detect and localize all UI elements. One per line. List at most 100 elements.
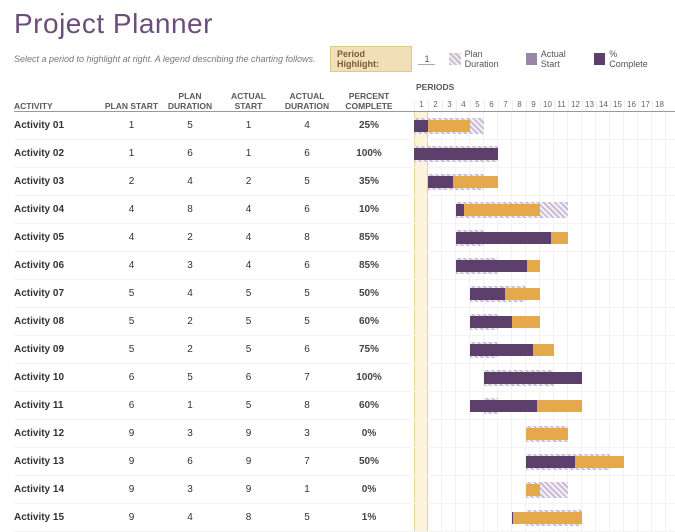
plan-start-cell[interactable]: 1 bbox=[104, 148, 159, 159]
plan-duration-cell[interactable]: 6 bbox=[159, 148, 221, 159]
highlight-column bbox=[414, 308, 428, 335]
percent-complete-cell[interactable]: 75% bbox=[338, 344, 400, 355]
plan-start-cell[interactable]: 5 bbox=[104, 288, 159, 299]
actual-start-cell[interactable]: 5 bbox=[221, 316, 276, 327]
plan-start-cell[interactable]: 9 bbox=[104, 456, 159, 467]
plan-start-cell[interactable]: 4 bbox=[104, 204, 159, 215]
table-row[interactable]: Activity 11615860% bbox=[14, 392, 414, 420]
actual-duration-cell[interactable]: 4 bbox=[276, 120, 338, 131]
percent-complete-cell[interactable]: 50% bbox=[338, 288, 400, 299]
table-row[interactable]: Activity 04484610% bbox=[14, 196, 414, 224]
plan-start-cell[interactable]: 9 bbox=[104, 512, 159, 523]
percent-complete-cell[interactable]: 85% bbox=[338, 232, 400, 243]
actual-start-cell[interactable]: 9 bbox=[221, 456, 276, 467]
actual-start-cell[interactable]: 9 bbox=[221, 484, 276, 495]
plan-start-cell[interactable]: 1 bbox=[104, 120, 159, 131]
plan-start-cell[interactable]: 5 bbox=[104, 344, 159, 355]
actual-start-cell[interactable]: 4 bbox=[221, 204, 276, 215]
actual-duration-cell[interactable]: 7 bbox=[276, 456, 338, 467]
plan-duration-cell[interactable]: 8 bbox=[159, 204, 221, 215]
plan-duration-cell[interactable]: 4 bbox=[159, 176, 221, 187]
percent-complete-cell[interactable]: 35% bbox=[338, 176, 400, 187]
table-row[interactable]: Activity 021616100% bbox=[14, 140, 414, 168]
percent-complete-cell[interactable]: 100% bbox=[338, 148, 400, 159]
actual-start-cell[interactable]: 4 bbox=[221, 232, 276, 243]
actual-start-cell[interactable]: 5 bbox=[221, 344, 276, 355]
actual-duration-cell[interactable]: 6 bbox=[276, 148, 338, 159]
plan-duration-cell[interactable]: 3 bbox=[159, 428, 221, 439]
plan-duration-cell[interactable]: 4 bbox=[159, 288, 221, 299]
actual-duration-cell[interactable]: 5 bbox=[276, 288, 338, 299]
highlight-column bbox=[414, 336, 428, 363]
percent-complete-cell[interactable]: 0% bbox=[338, 484, 400, 495]
period-highlight-value[interactable]: 1 bbox=[418, 54, 435, 65]
actual-duration-cell[interactable]: 5 bbox=[276, 512, 338, 523]
percent-complete-cell[interactable]: 85% bbox=[338, 260, 400, 271]
table-row[interactable]: Activity 05424885% bbox=[14, 224, 414, 252]
actual-start-cell[interactable]: 1 bbox=[221, 120, 276, 131]
actual-start-cell[interactable]: 8 bbox=[221, 512, 276, 523]
actual-duration-cell[interactable]: 5 bbox=[276, 316, 338, 327]
actual-start-cell[interactable]: 6 bbox=[221, 372, 276, 383]
actual-duration-cell[interactable]: 7 bbox=[276, 372, 338, 383]
table-row[interactable]: Activity 09525675% bbox=[14, 336, 414, 364]
table-row[interactable]: Activity 106567100% bbox=[14, 364, 414, 392]
actual-start-cell[interactable]: 9 bbox=[221, 428, 276, 439]
plan-duration-cell[interactable]: 3 bbox=[159, 260, 221, 271]
table-row[interactable]: Activity 1594851% bbox=[14, 504, 414, 532]
plan-start-cell[interactable]: 9 bbox=[104, 428, 159, 439]
plan-duration-cell[interactable]: 5 bbox=[159, 120, 221, 131]
plan-duration-cell[interactable]: 2 bbox=[159, 316, 221, 327]
plan-start-cell[interactable]: 9 bbox=[104, 484, 159, 495]
plan-start-cell[interactable]: 6 bbox=[104, 372, 159, 383]
actual-duration-cell[interactable]: 5 bbox=[276, 176, 338, 187]
table-row[interactable]: Activity 03242535% bbox=[14, 168, 414, 196]
highlight-column bbox=[414, 224, 428, 251]
actual-duration-cell[interactable]: 6 bbox=[276, 344, 338, 355]
plan-duration-cell[interactable]: 5 bbox=[159, 372, 221, 383]
table-row[interactable]: Activity 1493910% bbox=[14, 476, 414, 504]
table-row[interactable]: Activity 08525560% bbox=[14, 308, 414, 336]
actual-start-cell[interactable]: 1 bbox=[221, 148, 276, 159]
table-row[interactable]: Activity 1293930% bbox=[14, 420, 414, 448]
plan-duration-cell[interactable]: 6 bbox=[159, 456, 221, 467]
actual-start-cell[interactable]: 5 bbox=[221, 288, 276, 299]
table-row[interactable]: Activity 13969750% bbox=[14, 448, 414, 476]
percent-complete-cell[interactable]: 50% bbox=[338, 456, 400, 467]
plan-duration-cell[interactable]: 2 bbox=[159, 344, 221, 355]
percent-complete-cell[interactable]: 60% bbox=[338, 400, 400, 411]
percent-complete-cell[interactable]: 60% bbox=[338, 316, 400, 327]
plan-duration-cell[interactable]: 1 bbox=[159, 400, 221, 411]
table-row[interactable]: Activity 01151425% bbox=[14, 112, 414, 140]
actual-duration-cell[interactable]: 3 bbox=[276, 428, 338, 439]
plan-duration-cell[interactable]: 4 bbox=[159, 512, 221, 523]
percent-complete-cell[interactable]: 0% bbox=[338, 428, 400, 439]
plan-start-cell[interactable]: 6 bbox=[104, 400, 159, 411]
percent-complete-cell[interactable]: 10% bbox=[338, 204, 400, 215]
plan-start-cell[interactable]: 4 bbox=[104, 260, 159, 271]
plan-duration-cell[interactable]: 3 bbox=[159, 484, 221, 495]
plan-start-cell[interactable]: 5 bbox=[104, 316, 159, 327]
plan-start-cell[interactable]: 4 bbox=[104, 232, 159, 243]
actual-duration-cell[interactable]: 1 bbox=[276, 484, 338, 495]
col-percent-complete: PERCENT COMPLETE bbox=[338, 91, 400, 111]
plan-start-cell[interactable]: 2 bbox=[104, 176, 159, 187]
percent-complete-cell[interactable]: 100% bbox=[338, 372, 400, 383]
percent-complete-cell[interactable]: 1% bbox=[338, 512, 400, 523]
actual-duration-cell[interactable]: 6 bbox=[276, 260, 338, 271]
table-row[interactable]: Activity 06434685% bbox=[14, 252, 414, 280]
actual-duration-cell[interactable]: 8 bbox=[276, 400, 338, 411]
period-tick: 11 bbox=[554, 100, 568, 111]
actual-start-cell[interactable]: 2 bbox=[221, 176, 276, 187]
actual-start-cell[interactable]: 4 bbox=[221, 260, 276, 271]
complete-bar bbox=[414, 148, 498, 160]
plan-duration-cell[interactable]: 2 bbox=[159, 232, 221, 243]
actual-start-cell[interactable]: 5 bbox=[221, 400, 276, 411]
legend: Plan Duration Actual Start % Complete bbox=[449, 49, 661, 69]
period-tick: 17 bbox=[638, 100, 652, 111]
actual-duration-cell[interactable]: 6 bbox=[276, 204, 338, 215]
actual-duration-cell[interactable]: 8 bbox=[276, 232, 338, 243]
gantt-row bbox=[414, 168, 675, 196]
table-row[interactable]: Activity 07545550% bbox=[14, 280, 414, 308]
percent-complete-cell[interactable]: 25% bbox=[338, 120, 400, 131]
